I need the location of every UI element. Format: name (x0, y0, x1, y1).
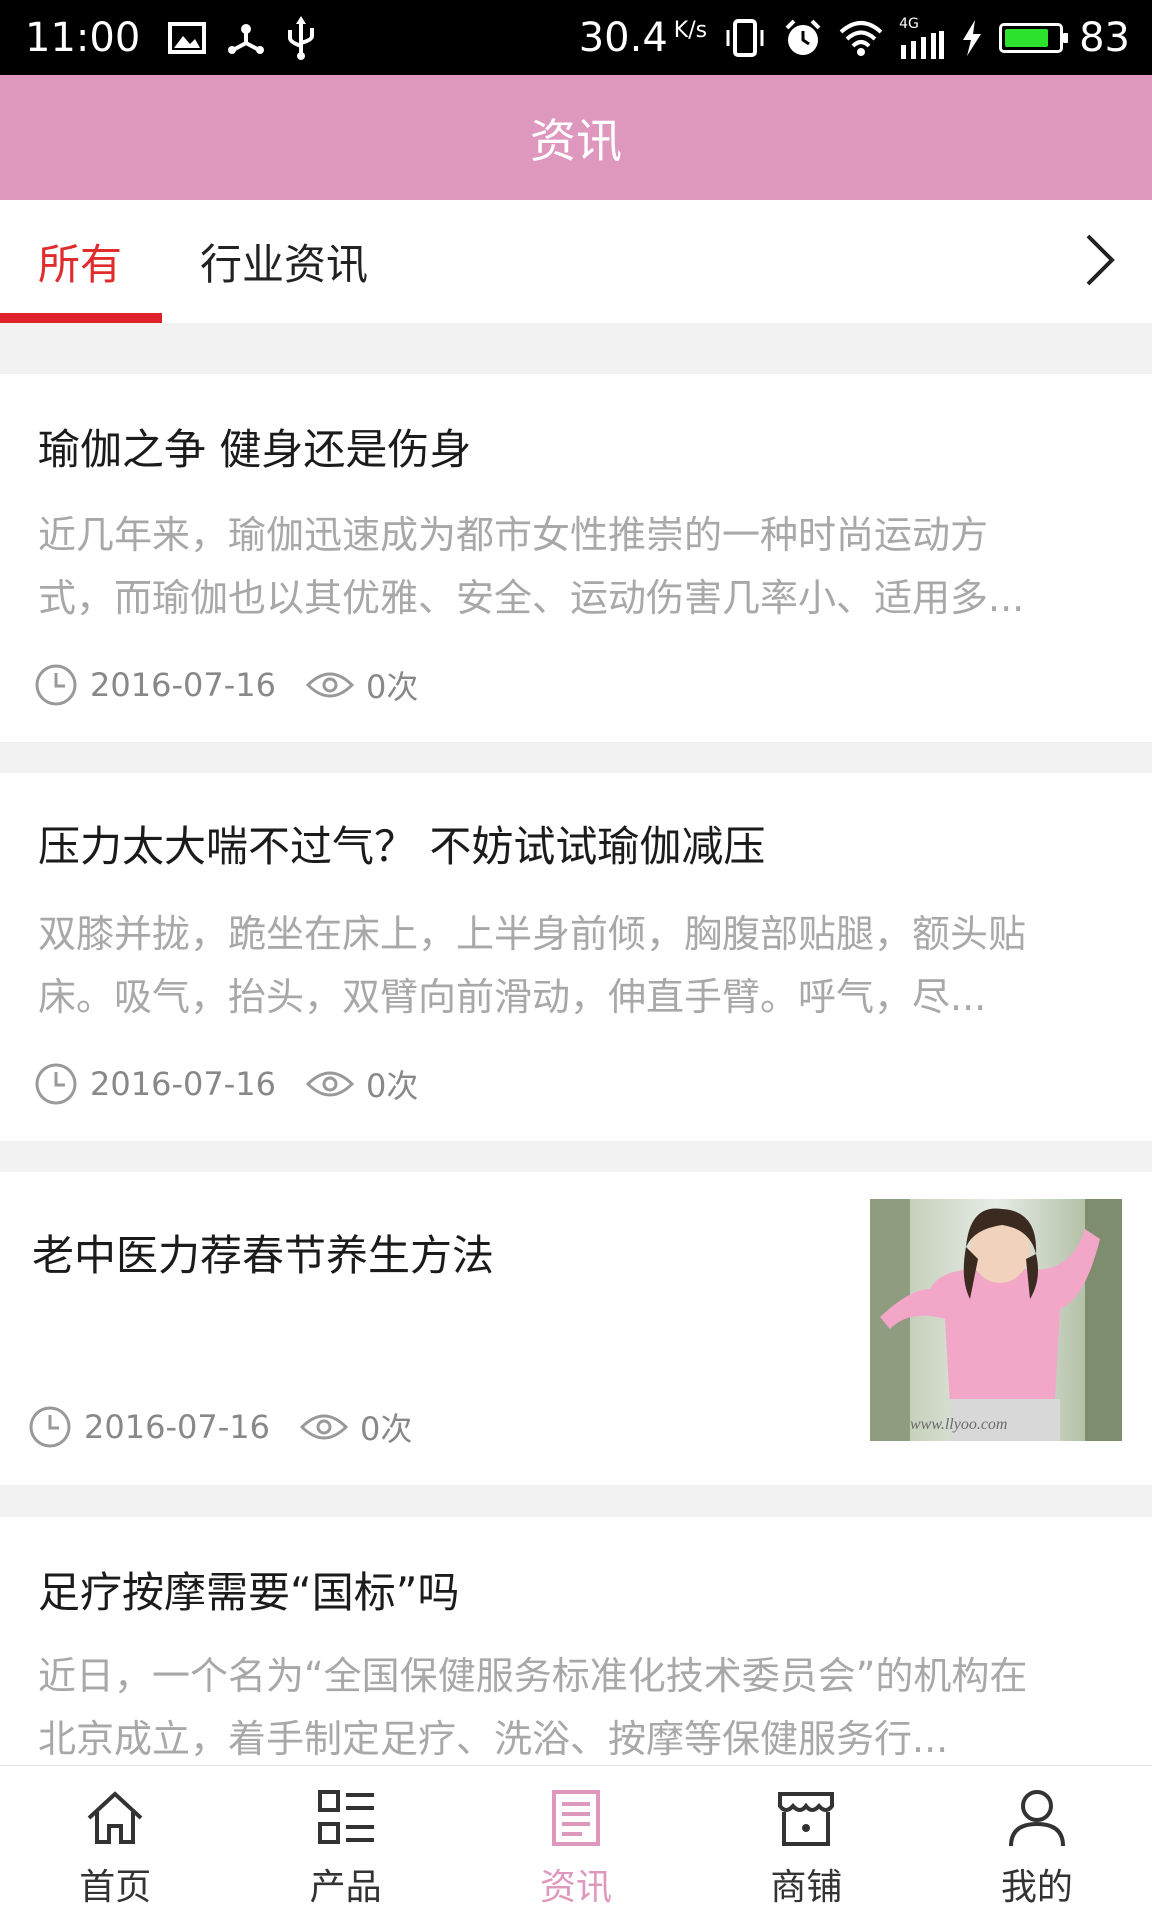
charging-icon (963, 19, 982, 56)
nav-home[interactable]: 首页 (0, 1766, 230, 1921)
page-title: 资讯 (530, 113, 622, 168)
summary-line: 北京成立，着手制定足疗、洗浴、按摩等保健服务行... (38, 1717, 949, 1761)
product-grid-icon (317, 1790, 374, 1844)
signal-indicator: 4G (899, 17, 945, 59)
nav-label: 商铺 (770, 1867, 843, 1908)
image-notification-icon (168, 21, 207, 54)
net-speed: 30.4 (578, 14, 668, 61)
usb-icon (288, 15, 315, 60)
article-meta: 2016-07-16 0次 (34, 662, 418, 708)
summary-line: 近日，一个名为“全国保健服务标准化技术委员会”的机构在 (38, 1654, 1028, 1698)
network-type: 4G (899, 15, 919, 32)
clock-icon (35, 664, 77, 706)
summary-line: 式，而瑜伽也以其优雅、安全、运动伤害几率小、适用多... (38, 576, 1025, 620)
summary-line: 双膝并拢，跪坐在床上，上半身前倾，胸腹部贴腿，额头贴 (38, 912, 1027, 956)
net-speed-unit: K/s (673, 18, 708, 43)
status-bar: 11:00 30.4 K/s 4G 83 (0, 0, 1152, 75)
article-title: 压力太大喘不过气？ 不妨试试瑜伽减压 (38, 822, 766, 871)
tab-label: 所有 (38, 240, 123, 289)
article-card[interactable]: 瑜伽之争 健身还是伤身 近几年来，瑜伽迅速成为都市女性推崇的一种时尚运动方 式，… (0, 374, 1152, 742)
news-icon (552, 1790, 601, 1846)
category-tabs: 所有 行业资讯 (0, 200, 1152, 323)
home-icon (87, 1791, 143, 1844)
eye-icon (305, 672, 354, 698)
tab-label: 行业资讯 (200, 240, 369, 289)
tab-all[interactable]: 所有 (38, 200, 122, 323)
article-title: 足疗按摩需要“国标”吗 (38, 1568, 460, 1617)
nav-store[interactable]: 商铺 (691, 1766, 921, 1921)
nav-label: 我的 (1000, 1867, 1073, 1908)
nav-label: 产品 (309, 1867, 382, 1908)
eye-icon (305, 1071, 354, 1097)
article-summary: 近日，一个名为“全国保健服务标准化技术委员会”的机构在 北京成立，着手制定足疗、… (38, 1645, 1088, 1771)
nav-products[interactable]: 产品 (230, 1766, 460, 1921)
battery-fill (1005, 28, 1049, 47)
bottom-navigation: 首页 产品 资讯 商铺 我的 (0, 1765, 1152, 1921)
battery-icon (999, 22, 1069, 53)
active-tab-indicator (0, 313, 162, 323)
article-date: 2016-07-16 (90, 666, 276, 704)
store-icon (778, 1792, 835, 1846)
article-views: 0次 (365, 1067, 419, 1105)
eye-icon (299, 1414, 348, 1440)
summary-line: 近几年来，瑜伽迅速成为都市女性推崇的一种时尚运动方 (38, 513, 989, 557)
status-time: 11:00 (25, 14, 141, 61)
page-header: 资讯 (0, 75, 1152, 200)
nav-label: 资讯 (540, 1867, 613, 1908)
chevron-right-icon[interactable] (1070, 230, 1130, 290)
vibrate-icon (726, 18, 764, 57)
tab-industry-news[interactable]: 行业资讯 (200, 200, 368, 323)
article-meta: 2016-07-16 0次 (34, 1061, 418, 1107)
clock-icon (29, 1406, 71, 1448)
article-meta: 2016-07-16 0次 (28, 1404, 412, 1450)
article-date: 2016-07-16 (84, 1408, 270, 1446)
thumbnail-photo: www.llyoo.com (870, 1199, 1122, 1441)
article-views: 0次 (359, 1410, 413, 1448)
article-card[interactable]: 老中医力荐春节养生方法 2016-07-16 0次 www.llyoo.com (0, 1172, 1152, 1485)
wifi-icon (839, 20, 883, 56)
usb-debug-icon (228, 23, 265, 54)
clock-icon (35, 1063, 77, 1105)
article-title: 老中医力荐春节养生方法 (32, 1231, 495, 1280)
article-summary: 近几年来，瑜伽迅速成为都市女性推崇的一种时尚运动方 式，而瑜伽也以其优雅、安全、… (38, 504, 1088, 630)
battery-level: 83 (1079, 14, 1130, 61)
nav-news[interactable]: 资讯 (461, 1766, 691, 1921)
summary-line: 床。吸气，抬头，双臂向前滑动，伸直手臂。呼气，尽... (38, 975, 987, 1019)
alarm-icon (785, 19, 821, 55)
article-views: 0次 (365, 668, 419, 706)
nav-label: 首页 (79, 1867, 152, 1908)
user-icon (1008, 1790, 1065, 1847)
article-date: 2016-07-16 (90, 1065, 276, 1103)
article-title: 瑜伽之争 健身还是伤身 (38, 425, 472, 474)
article-card[interactable]: 压力太大喘不过气？ 不妨试试瑜伽减压 双膝并拢，跪坐在床上，上半身前倾，胸腹部贴… (0, 773, 1152, 1141)
article-thumbnail: www.llyoo.com (870, 1199, 1122, 1441)
thumbnail-watermark: www.llyoo.com (910, 1416, 1007, 1433)
signal-icon (901, 30, 945, 59)
nav-profile[interactable]: 我的 (922, 1766, 1152, 1921)
article-summary: 双膝并拢，跪坐在床上，上半身前倾，胸腹部贴腿，额头贴 床。吸气，抬头，双臂向前滑… (38, 903, 1088, 1029)
article-card[interactable]: 足疗按摩需要“国标”吗 近日，一个名为“全国保健服务标准化技术委员会”的机构在 … (0, 1517, 1152, 1765)
